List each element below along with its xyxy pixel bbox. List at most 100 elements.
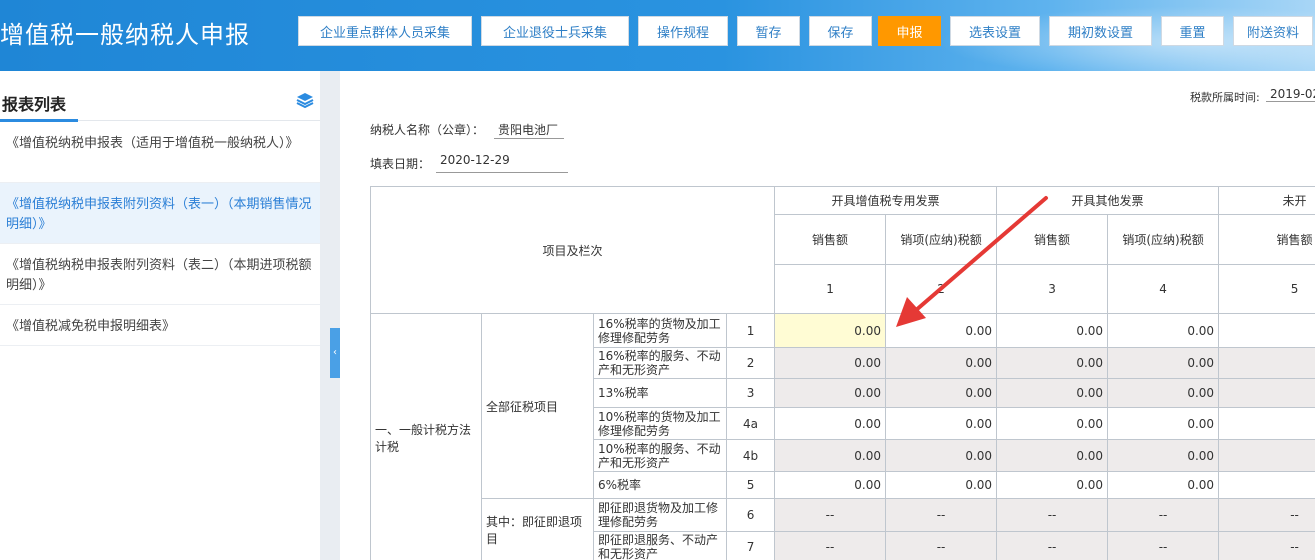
group-header-no-invoice: 未开: [1218, 186, 1315, 215]
layers-icon[interactable]: [296, 91, 314, 109]
value-cell[interactable]: 0.00: [1107, 378, 1220, 408]
value-cell[interactable]: 0.00: [774, 347, 887, 379]
value-cell[interactable]: 0.00: [1107, 471, 1220, 499]
date-label: 填表日期：: [370, 157, 431, 171]
sidebar-item-schedule-1[interactable]: 《增值税纳税申报表附列资料（表一）（本期销售情况明细）》: [0, 183, 320, 244]
row-label: 16%税率的货物及加工修理修配劳务: [593, 313, 727, 348]
value-cell[interactable]: 0.00: [996, 439, 1109, 472]
sidebar-item-main-return[interactable]: 《增值税纳税申报表（适用于增值税一般纳税人）》: [0, 122, 320, 183]
col-number: 3: [996, 264, 1109, 314]
row-number: 2: [725, 347, 776, 379]
save-button[interactable]: 保存: [809, 16, 872, 46]
row-number: 7: [725, 531, 776, 560]
temp-save-button[interactable]: 暂存: [737, 16, 800, 46]
category-immediate-refund: 其中：即征即退项目: [481, 498, 594, 560]
value-cell[interactable]: 0.00: [774, 407, 887, 440]
value-cell[interactable]: --: [996, 531, 1109, 560]
row-label: 13%税率: [593, 378, 727, 408]
value-cell[interactable]: 0.00: [885, 439, 998, 472]
value-cell[interactable]: --: [885, 531, 998, 560]
value-cell[interactable]: 0.0: [1218, 471, 1315, 499]
operating-rules-button[interactable]: 操作规程: [638, 16, 728, 46]
value-cell[interactable]: 0.00: [996, 347, 1109, 379]
value-cell[interactable]: 0.00: [885, 471, 998, 499]
col-number: 2: [885, 264, 998, 314]
value-cell[interactable]: --: [885, 498, 998, 532]
value-cell[interactable]: 0.00: [1107, 313, 1220, 348]
col-header-tax: 销项(应纳)税额: [1107, 214, 1220, 265]
value-cell[interactable]: 0.00: [1107, 439, 1220, 472]
table-row: 其中：即征即退项目 即征即退货物及加工修理修配劳务 6 -- -- -- -- --: [371, 498, 1315, 560]
category-all-taxable: 全部征税项目: [481, 313, 594, 499]
table-body: 项目及栏次 开具增值税专用发票 开具其他发票 未开 销售额 销项(应纳)税额 销售额 销项(应…: [369, 186, 1315, 560]
value-cell[interactable]: 0.00: [774, 439, 887, 472]
col-number: 5: [1218, 264, 1315, 314]
sidebar-title: 报表列表: [2, 95, 67, 114]
initial-settings-button[interactable]: 期初数设置: [1049, 16, 1152, 46]
period-value: 2019-02: [1266, 87, 1315, 102]
chevron-left-icon: ‹: [333, 347, 337, 358]
row-label: 即征即退服务、不动产和无形资产: [593, 531, 727, 560]
taxpayer-label: 纳税人名称（公章）：: [370, 123, 485, 137]
value-cell[interactable]: 0.00: [996, 378, 1109, 408]
value-cell[interactable]: 0.0: [1218, 407, 1315, 440]
row-label: 10%税率的服务、不动产和无形资产: [593, 439, 727, 472]
col-number: 4: [1107, 264, 1220, 314]
value-cell[interactable]: 0.0: [1218, 439, 1315, 472]
declare-button[interactable]: 申报: [878, 16, 941, 46]
row-number: 6: [725, 498, 776, 532]
value-cell[interactable]: 0.00: [1107, 347, 1220, 379]
table-row: 一、一般计税方法计税 全部征税项目 16%税率的货物及加工修理修配劳务 1 0.00 0.…: [370, 313, 1315, 560]
value-cell[interactable]: 0.00: [885, 313, 998, 348]
value-cell[interactable]: --: [774, 531, 887, 560]
col-header-sales: 销售额: [996, 214, 1109, 265]
sidebar-item-schedule-2[interactable]: 《增值税纳税申报表附列资料（表二）（本期进项税额明细）》: [0, 244, 320, 305]
value-cell[interactable]: 0.00: [996, 313, 1109, 348]
col-header-tax: 销项(应纳)税额: [885, 214, 998, 265]
value-cell[interactable]: --: [1107, 498, 1220, 532]
value-cell[interactable]: 0.00: [774, 471, 887, 499]
value-cell[interactable]: 0.00: [885, 407, 998, 440]
value-cell[interactable]: --: [774, 498, 887, 532]
section-label: 一、一般计税方法计税: [370, 313, 482, 560]
collect-key-group-button[interactable]: 企业重点群体人员采集: [298, 16, 472, 46]
col-header-sales: 销售额: [1218, 214, 1315, 265]
row-label: 10%税率的货物及加工修理修配劳务: [593, 407, 727, 440]
form-area: 税款所属时间: 2019-02 纳税人名称（公章）： 贵阳电池厂 填表日期： 2…: [340, 71, 1315, 560]
collect-veterans-button[interactable]: 企业退役士兵采集: [481, 16, 629, 46]
value-cell[interactable]: --: [1107, 531, 1220, 560]
date-value: 2020-12-29: [436, 153, 568, 173]
sales-detail-table: 项目及栏次 开具增值税专用发票 开具其他发票 未开 销售额 销项(应纳)税额 销售额 销项(应…: [369, 186, 1315, 560]
value-cell[interactable]: --: [1218, 531, 1315, 560]
value-cell[interactable]: 0.00: [885, 378, 998, 408]
row-number: 3: [725, 378, 776, 408]
value-cell[interactable]: 0.00: [1107, 407, 1220, 440]
value-cell[interactable]: 0.00: [774, 313, 887, 348]
col-header-sales: 销售额: [774, 214, 887, 265]
col-number: 1: [774, 264, 887, 314]
value-cell[interactable]: 0.00: [885, 347, 998, 379]
taxpayer-value: 贵阳电池厂: [494, 121, 564, 139]
group-header-special-invoice: 开具增值税专用发票: [774, 186, 998, 215]
value-cell[interactable]: 0.0: [1218, 313, 1315, 348]
reset-button[interactable]: 重置: [1161, 16, 1224, 46]
value-cell[interactable]: 0.0: [1218, 378, 1315, 408]
row-number: 1: [725, 313, 776, 348]
value-cell[interactable]: --: [996, 498, 1109, 532]
row-label: 即征即退货物及加工修理修配劳务: [593, 498, 727, 532]
select-tables-button[interactable]: 选表设置: [950, 16, 1040, 46]
row-number: 4a: [725, 407, 776, 440]
column-corner-header: 项目及栏次: [369, 186, 776, 314]
row-label: 16%税率的服务、不动产和无形资产: [593, 347, 727, 379]
value-cell[interactable]: 0.0: [1218, 347, 1315, 379]
value-cell[interactable]: --: [1218, 498, 1315, 532]
value-cell[interactable]: 0.00: [996, 407, 1109, 440]
sidebar-item-exemption[interactable]: 《增值税减免税申报明细表》: [0, 305, 320, 346]
report-list-sidebar: 报表列表 《增值税纳税申报表（适用于增值税一般纳税人）》 《增值税纳税申报表附列…: [0, 71, 320, 560]
sidebar-collapse-handle[interactable]: ‹: [330, 328, 340, 378]
row-number: 5: [725, 471, 776, 499]
value-cell[interactable]: 0.00: [774, 378, 887, 408]
value-cell[interactable]: 0.00: [996, 471, 1109, 499]
sidebar-header: 报表列表: [0, 81, 320, 122]
attachments-button[interactable]: 附送资料: [1233, 16, 1313, 46]
